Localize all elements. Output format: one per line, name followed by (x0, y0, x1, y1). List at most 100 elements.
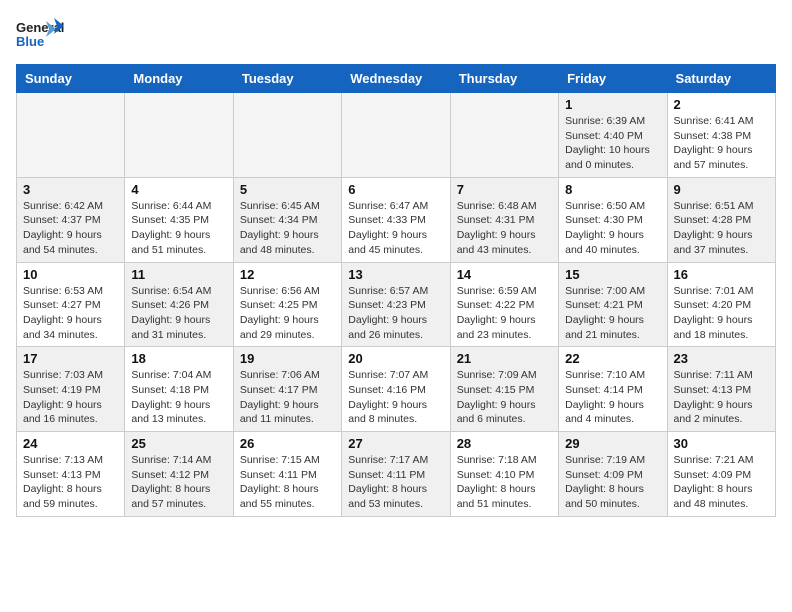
day-info: Sunrise: 7:13 AM Sunset: 4:13 PM Dayligh… (23, 453, 118, 512)
day-info: Sunrise: 7:17 AM Sunset: 4:11 PM Dayligh… (348, 453, 443, 512)
calendar-cell: 29 Sunrise: 7:19 AM Sunset: 4:09 PM Dayli… (559, 432, 667, 517)
calendar-cell: 30 Sunrise: 7:21 AM Sunset: 4:09 PM Dayli… (667, 432, 775, 517)
day-number: 24 (23, 436, 118, 451)
day-info: Sunrise: 6:39 AM Sunset: 4:40 PM Dayligh… (565, 114, 660, 173)
calendar-cell: 7Sunrise: 6:48 AM Sunset: 4:31 PM Daylig… (450, 177, 558, 262)
calendar-cell: 9 Sunrise: 6:51 AM Sunset: 4:28 PM Daylig… (667, 177, 775, 262)
calendar-cell: 14 Sunrise: 6:59 AM Sunset: 4:22 PM Dayli… (450, 262, 558, 347)
day-info: Sunrise: 7:21 AM Sunset: 4:09 PM Dayligh… (674, 453, 769, 512)
calendar-cell: 26 Sunrise: 7:15 AM Sunset: 4:11 PM Dayli… (233, 432, 341, 517)
calendar-cell (342, 93, 450, 178)
day-number: 11 (131, 267, 226, 282)
day-info: Sunrise: 6:45 AM Sunset: 4:34 PM Dayligh… (240, 199, 335, 258)
day-info: Sunrise: 7:19 AM Sunset: 4:09 PM Dayligh… (565, 453, 660, 512)
svg-text:Blue: Blue (16, 34, 44, 49)
day-info: Sunrise: 7:07 AM Sunset: 4:16 PM Dayligh… (348, 368, 443, 427)
day-number: 5 (240, 182, 335, 197)
calendar-cell: 16 Sunrise: 7:01 AM Sunset: 4:20 PM Dayli… (667, 262, 775, 347)
calendar-cell (17, 93, 125, 178)
day-number: 13 (348, 267, 443, 282)
calendar-week-row: 24 Sunrise: 7:13 AM Sunset: 4:13 PM Dayli… (17, 432, 776, 517)
day-info: Sunrise: 7:01 AM Sunset: 4:20 PM Dayligh… (674, 284, 769, 343)
day-number: 17 (23, 351, 118, 366)
calendar-cell: 19 Sunrise: 7:06 AM Sunset: 4:17 PM Dayli… (233, 347, 341, 432)
calendar-cell (125, 93, 233, 178)
weekday-header-sunday: Sunday (17, 65, 125, 93)
weekday-header-thursday: Thursday (450, 65, 558, 93)
day-info: Sunrise: 6:54 AM Sunset: 4:26 PM Dayligh… (131, 284, 226, 343)
calendar-cell: 17 Sunrise: 7:03 AM Sunset: 4:19 PM Dayli… (17, 347, 125, 432)
day-info: Sunrise: 6:53 AM Sunset: 4:27 PM Dayligh… (23, 284, 118, 343)
calendar-cell: 22 Sunrise: 7:10 AM Sunset: 4:14 PM Dayli… (559, 347, 667, 432)
calendar-cell: 20 Sunrise: 7:07 AM Sunset: 4:16 PM Dayli… (342, 347, 450, 432)
calendar-week-row: 3 Sunrise: 6:42 AM Sunset: 4:37 PM Daylig… (17, 177, 776, 262)
calendar-cell: 13Sunrise: 6:57 AM Sunset: 4:23 PM Dayli… (342, 262, 450, 347)
weekday-header-monday: Monday (125, 65, 233, 93)
calendar-cell: 25 Sunrise: 7:14 AM Sunset: 4:12 PM Dayli… (125, 432, 233, 517)
day-number: 8 (565, 182, 660, 197)
calendar-cell: 24 Sunrise: 7:13 AM Sunset: 4:13 PM Dayli… (17, 432, 125, 517)
day-info: Sunrise: 7:09 AM Sunset: 4:15 PM Dayligh… (457, 368, 552, 427)
day-info: Sunrise: 6:42 AM Sunset: 4:37 PM Dayligh… (23, 199, 118, 258)
day-info: Sunrise: 6:51 AM Sunset: 4:28 PM Dayligh… (674, 199, 769, 258)
day-number: 28 (457, 436, 552, 451)
weekday-header-saturday: Saturday (667, 65, 775, 93)
calendar-cell: 21 Sunrise: 7:09 AM Sunset: 4:15 PM Dayli… (450, 347, 558, 432)
calendar-cell: 10 Sunrise: 6:53 AM Sunset: 4:27 PM Dayli… (17, 262, 125, 347)
day-info: Sunrise: 6:41 AM Sunset: 4:38 PM Dayligh… (674, 114, 769, 173)
day-number: 10 (23, 267, 118, 282)
calendar-cell (450, 93, 558, 178)
day-number: 23 (674, 351, 769, 366)
logo: General Blue (16, 16, 64, 52)
day-number: 9 (674, 182, 769, 197)
day-number: 19 (240, 351, 335, 366)
day-info: Sunrise: 7:18 AM Sunset: 4:10 PM Dayligh… (457, 453, 552, 512)
day-number: 29 (565, 436, 660, 451)
day-number: 22 (565, 351, 660, 366)
day-number: 21 (457, 351, 552, 366)
calendar-cell: 23 Sunrise: 7:11 AM Sunset: 4:13 PM Dayli… (667, 347, 775, 432)
day-number: 12 (240, 267, 335, 282)
day-info: Sunrise: 7:10 AM Sunset: 4:14 PM Dayligh… (565, 368, 660, 427)
day-number: 18 (131, 351, 226, 366)
day-number: 4 (131, 182, 226, 197)
weekday-header-wednesday: Wednesday (342, 65, 450, 93)
day-number: 30 (674, 436, 769, 451)
weekday-header-tuesday: Tuesday (233, 65, 341, 93)
day-info: Sunrise: 7:11 AM Sunset: 4:13 PM Dayligh… (674, 368, 769, 427)
day-info: Sunrise: 6:47 AM Sunset: 4:33 PM Dayligh… (348, 199, 443, 258)
calendar-week-row: 17 Sunrise: 7:03 AM Sunset: 4:19 PM Dayli… (17, 347, 776, 432)
weekday-header-row: SundayMondayTuesdayWednesdayThursdayFrid… (17, 65, 776, 93)
day-number: 26 (240, 436, 335, 451)
calendar-cell: 18 Sunrise: 7:04 AM Sunset: 4:18 PM Dayli… (125, 347, 233, 432)
day-info: Sunrise: 7:03 AM Sunset: 4:19 PM Dayligh… (23, 368, 118, 427)
calendar-cell: 28 Sunrise: 7:18 AM Sunset: 4:10 PM Dayli… (450, 432, 558, 517)
day-info: Sunrise: 7:00 AM Sunset: 4:21 PM Dayligh… (565, 284, 660, 343)
logo-icon: General Blue (16, 16, 64, 52)
day-number: 16 (674, 267, 769, 282)
calendar-week-row: 1 Sunrise: 6:39 AM Sunset: 4:40 PM Daylig… (17, 93, 776, 178)
calendar-week-row: 10 Sunrise: 6:53 AM Sunset: 4:27 PM Dayli… (17, 262, 776, 347)
day-number: 6 (348, 182, 443, 197)
day-number: 3 (23, 182, 118, 197)
day-info: Sunrise: 7:06 AM Sunset: 4:17 PM Dayligh… (240, 368, 335, 427)
calendar-cell: 6 Sunrise: 6:47 AM Sunset: 4:33 PM Daylig… (342, 177, 450, 262)
calendar-cell: 5 Sunrise: 6:45 AM Sunset: 4:34 PM Daylig… (233, 177, 341, 262)
calendar-cell: 11 Sunrise: 6:54 AM Sunset: 4:26 PM Dayli… (125, 262, 233, 347)
calendar-cell: 4 Sunrise: 6:44 AM Sunset: 4:35 PM Daylig… (125, 177, 233, 262)
day-info: Sunrise: 7:15 AM Sunset: 4:11 PM Dayligh… (240, 453, 335, 512)
day-info: Sunrise: 7:14 AM Sunset: 4:12 PM Dayligh… (131, 453, 226, 512)
day-number: 14 (457, 267, 552, 282)
day-number: 1 (565, 97, 660, 112)
day-info: Sunrise: 6:44 AM Sunset: 4:35 PM Dayligh… (131, 199, 226, 258)
day-number: 25 (131, 436, 226, 451)
day-info: Sunrise: 7:04 AM Sunset: 4:18 PM Dayligh… (131, 368, 226, 427)
day-number: 15 (565, 267, 660, 282)
calendar-cell: 1 Sunrise: 6:39 AM Sunset: 4:40 PM Daylig… (559, 93, 667, 178)
day-info: Sunrise: 6:59 AM Sunset: 4:22 PM Dayligh… (457, 284, 552, 343)
day-number: 20 (348, 351, 443, 366)
weekday-header-friday: Friday (559, 65, 667, 93)
day-number: 2 (674, 97, 769, 112)
calendar-cell: 2 Sunrise: 6:41 AM Sunset: 4:38 PM Daylig… (667, 93, 775, 178)
day-info: Sunrise: 6:56 AM Sunset: 4:25 PM Dayligh… (240, 284, 335, 343)
